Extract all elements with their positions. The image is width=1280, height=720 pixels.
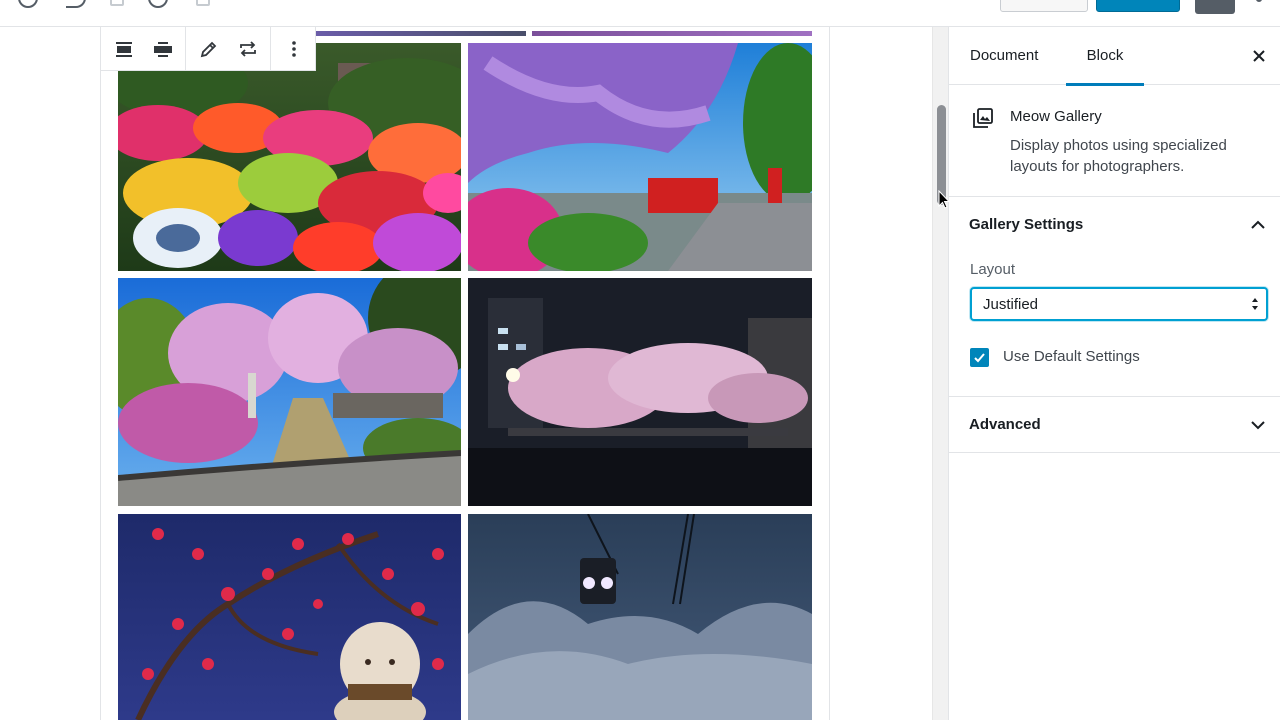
wide-width-icon [115,41,132,57]
more-menu-icon[interactable] [1256,0,1262,2]
edit-gallery-button[interactable] [189,28,228,70]
top-toolbar [0,0,1280,27]
gallery-photo-ropeway-snowy-forest[interactable] [468,514,812,720]
settings-button[interactable] [1195,0,1235,14]
more-options-icon [291,40,296,57]
gallery-photo-plum-blossoms-lucky-cat[interactable] [118,514,461,720]
advanced-title: Advanced [969,416,1041,433]
checkmark-icon [974,353,985,363]
gallery-photo-night-cherry-blossoms[interactable] [468,278,812,506]
edit-icon [200,41,216,57]
full-width-icon [153,41,172,57]
block-card: Meow Gallery Display photos using specia… [949,85,1280,197]
chevron-up-icon [1251,220,1265,229]
redo-icon[interactable] [110,0,124,6]
gallery-photo-azalea-garden[interactable] [118,43,461,271]
gallery-photo-wisteria-red-bridge[interactable] [468,43,812,271]
editor-canvas [0,27,932,720]
info-icon[interactable] [148,0,168,8]
close-icon [1253,50,1265,62]
advanced-panel[interactable]: Advanced [949,397,1280,453]
replace-button[interactable] [228,28,267,70]
use-default-label[interactable]: Use Default Settings [1003,348,1140,365]
gallery-block-icon [973,108,993,128]
gallery-settings-panel: Gallery Settings Layout Justified Use De… [949,197,1280,397]
select-arrows-icon [1252,298,1258,310]
gallery-photo-peek[interactable] [316,27,526,36]
mouse-cursor-icon [938,190,950,209]
wide-width-button[interactable] [104,28,143,70]
preview-button[interactable] [1000,0,1088,12]
block-toolbar [100,27,316,71]
block-border-right [829,27,830,720]
settings-sidebar: Document Block Meow Gallery Display phot… [949,27,1280,720]
update-button[interactable] [1096,0,1180,12]
replace-icon [239,40,256,57]
outline-icon[interactable] [196,0,210,6]
layout-select[interactable]: Justified [970,287,1268,321]
add-block-icon[interactable] [18,0,38,8]
editor-scrollbar[interactable] [932,27,949,720]
block-border-left [100,27,101,720]
layout-label: Layout [970,261,1016,278]
tab-block[interactable]: Block [1066,27,1144,86]
gallery-settings-toggle[interactable]: Gallery Settings [949,197,1280,253]
block-description: Display photos using specialized layouts… [1010,137,1227,175]
block-name: Meow Gallery [1010,108,1102,125]
full-width-button[interactable] [143,28,182,70]
use-default-checkbox[interactable] [970,348,989,367]
undo-icon[interactable] [66,0,86,8]
more-options-button[interactable] [274,28,313,70]
close-sidebar-button[interactable] [1248,45,1270,67]
gallery-settings-title: Gallery Settings [969,216,1084,233]
gallery-photo-peek[interactable] [532,27,812,36]
sidebar-tabs: Document Block [949,27,1280,86]
tab-document[interactable]: Document [970,27,1038,85]
chevron-down-icon [1251,421,1265,430]
gallery-photo-cherry-blossom-path[interactable] [118,278,461,506]
layout-select-value: Justified [983,296,1039,313]
